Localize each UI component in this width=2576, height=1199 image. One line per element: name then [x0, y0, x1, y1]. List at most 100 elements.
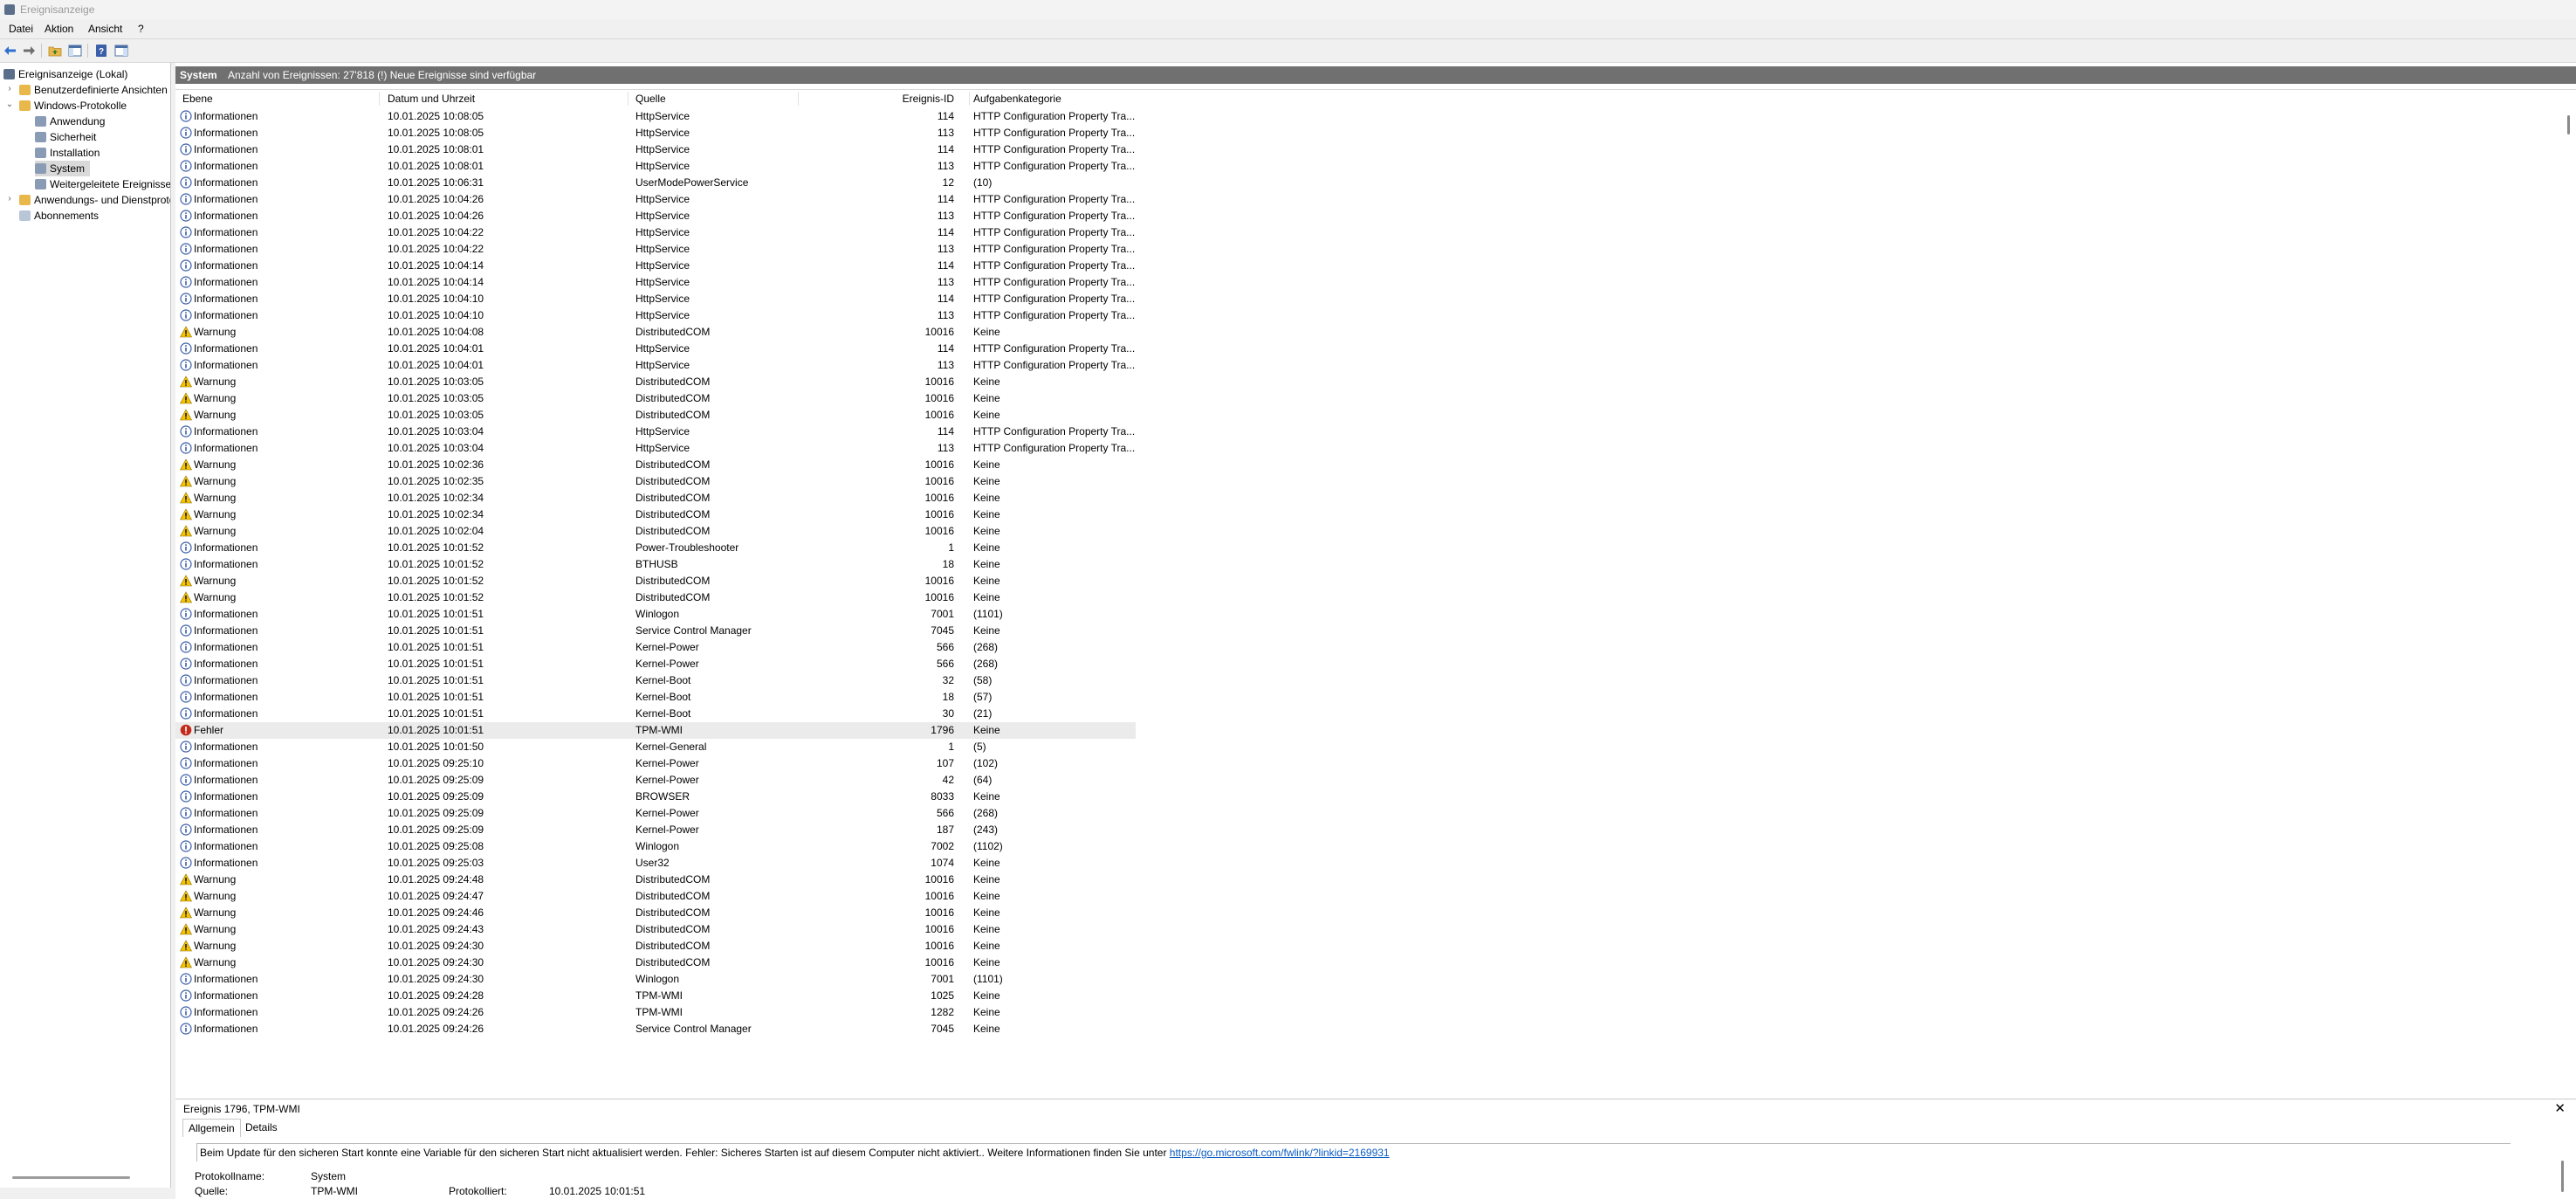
table-row[interactable]: Warnung 10.01.2025 10:02:34 DistributedCOM…: [175, 490, 1136, 506]
tree-item-anwendung[interactable]: Anwendung: [35, 114, 105, 129]
table-row[interactable]: Informationen 10.01.2025 10:08:05 HttpServ…: [175, 125, 1136, 141]
table-row[interactable]: Informationen 10.01.2025 10:01:52 BTHUSB 18…: [175, 556, 1136, 573]
table-row[interactable]: Informationen 10.01.2025 10:01:50 Kernel-G…: [175, 739, 1136, 755]
table-row[interactable]: Warnung 10.01.2025 10:02:35 DistributedCOM…: [175, 473, 1136, 490]
tree-item-installation[interactable]: Installation: [35, 145, 100, 161]
column-header-event-id[interactable]: Ereignis-ID: [817, 93, 954, 105]
table-row[interactable]: Informationen 10.01.2025 09:25:03 User32 10…: [175, 855, 1136, 872]
show-hide-action-icon[interactable]: [113, 43, 129, 59]
table-row[interactable]: Informationen 10.01.2025 09:24:28 TPM-WMI 1…: [175, 988, 1136, 1004]
table-row[interactable]: Warnung 10.01.2025 10:02:36 DistributedCOM…: [175, 457, 1136, 473]
tree-horizontal-scrollbar[interactable]: [12, 1176, 130, 1179]
table-row[interactable]: Informationen 10.01.2025 10:04:14 HttpServ…: [175, 258, 1136, 274]
back-icon[interactable]: [3, 43, 18, 59]
table-row[interactable]: Informationen 10.01.2025 10:06:31 UserMode…: [175, 175, 1136, 191]
scrollbar-thumb[interactable]: [2567, 115, 2570, 134]
date-cell: 10.01.2025 09:24:26: [388, 1023, 484, 1035]
tree-item-forwarded-events[interactable]: Weitergeleitete Ereignisse: [35, 176, 170, 192]
table-row[interactable]: Warnung 10.01.2025 10:03:05 DistributedCOM…: [175, 407, 1136, 424]
table-row[interactable]: Informationen 10.01.2025 10:01:51 Kernel-B…: [175, 672, 1136, 689]
column-separator[interactable]: [379, 92, 380, 106]
tree-item-system[interactable]: System: [35, 161, 91, 176]
column-separator[interactable]: [798, 92, 799, 106]
table-row[interactable]: Informationen 10.01.2025 09:24:26 Service …: [175, 1021, 1136, 1037]
close-icon[interactable]: ✕: [2554, 1100, 2566, 1116]
table-row[interactable]: Warnung 10.01.2025 09:24:46 DistributedCOM…: [175, 905, 1136, 921]
table-row[interactable]: Warnung 10.01.2025 09:24:43 DistributedCOM…: [175, 921, 1136, 938]
tree-item-app-services-logs[interactable]: Anwendungs- und Dienstprotokolle: [19, 192, 170, 208]
table-row[interactable]: Informationen 10.01.2025 09:25:09 BROWSER 8…: [175, 789, 1136, 805]
more-info-link[interactable]: https://go.microsoft.com/fwlink/?linkid=…: [1170, 1147, 1390, 1159]
expand-arrow-icon[interactable]: ›: [5, 84, 14, 93]
table-row[interactable]: Fehler 10.01.2025 10:01:51 TPM-WMI 1796 Kein…: [175, 722, 1136, 739]
table-row[interactable]: Informationen 10.01.2025 10:04:26 HttpServ…: [175, 208, 1136, 224]
table-row[interactable]: Informationen 10.01.2025 09:24:30 Winlogon…: [175, 971, 1136, 988]
details-scrollbar[interactable]: [2561, 1161, 2564, 1192]
table-row[interactable]: Warnung 10.01.2025 09:24:30 DistributedCOM…: [175, 938, 1136, 954]
table-row[interactable]: Informationen 10.01.2025 09:25:09 Kernel-P…: [175, 822, 1136, 838]
table-row[interactable]: Informationen 10.01.2025 10:04:10 HttpServ…: [175, 291, 1136, 307]
help-icon[interactable]: ?: [93, 43, 109, 59]
table-row[interactable]: Informationen 10.01.2025 10:04:14 HttpServ…: [175, 274, 1136, 291]
folder-up-icon[interactable]: [47, 43, 63, 59]
table-row[interactable]: Informationen 10.01.2025 10:08:01 HttpServ…: [175, 141, 1136, 158]
column-separator[interactable]: [628, 92, 629, 106]
table-row[interactable]: Informationen 10.01.2025 10:08:01 HttpServ…: [175, 158, 1136, 175]
tree-item-windows-logs[interactable]: Windows-Protokolle: [19, 98, 127, 114]
menu-ansicht[interactable]: Ansicht: [88, 23, 122, 35]
table-row[interactable]: Informationen 10.01.2025 10:08:05 HttpServ…: [175, 108, 1136, 125]
forward-icon[interactable]: [21, 43, 37, 59]
table-row[interactable]: Informationen 10.01.2025 09:25:08 Winlogon…: [175, 838, 1136, 855]
event-list-scrollbar[interactable]: [2567, 107, 2571, 1067]
column-header-source[interactable]: Quelle: [635, 93, 666, 105]
table-row[interactable]: Informationen 10.01.2025 10:04:26 HttpServ…: [175, 191, 1136, 208]
tree-item-subscriptions[interactable]: Abonnements: [19, 208, 99, 224]
tree-item-custom-views[interactable]: Benutzerdefinierte Ansichten: [19, 82, 168, 98]
column-separator[interactable]: [969, 92, 970, 106]
table-row[interactable]: Informationen 10.01.2025 09:25:09 Kernel-P…: [175, 805, 1136, 822]
task-category-cell: Keine: [973, 492, 1000, 504]
table-row[interactable]: Informationen 10.01.2025 09:24:26 TPM-WMI 1…: [175, 1004, 1136, 1021]
table-row[interactable]: Informationen 10.01.2025 10:01:51 Service …: [175, 623, 1136, 639]
table-row[interactable]: Informationen 10.01.2025 10:01:51 Winlogon…: [175, 606, 1136, 623]
expand-arrow-icon[interactable]: ›: [5, 194, 14, 203]
table-row[interactable]: Warnung 10.01.2025 10:04:08 DistributedCOM…: [175, 324, 1136, 341]
table-row[interactable]: Informationen 10.01.2025 09:25:10 Kernel-P…: [175, 755, 1136, 772]
table-row[interactable]: Warnung 10.01.2025 10:02:04 DistributedCOM…: [175, 523, 1136, 540]
table-row[interactable]: Informationen 10.01.2025 10:03:04 HttpServ…: [175, 424, 1136, 440]
table-row[interactable]: Informationen 10.01.2025 09:25:09 Kernel-P…: [175, 772, 1136, 789]
table-row[interactable]: Informationen 10.01.2025 10:04:10 HttpServ…: [175, 307, 1136, 324]
table-row[interactable]: Warnung 10.01.2025 10:03:05 DistributedCOM…: [175, 374, 1136, 390]
table-row[interactable]: Warnung 10.01.2025 09:24:48 DistributedCOM…: [175, 872, 1136, 888]
collapse-arrow-icon[interactable]: ⌄: [5, 100, 14, 109]
table-row[interactable]: Informationen 10.01.2025 10:01:51 Kernel-P…: [175, 656, 1136, 672]
event-message-box[interactable]: Beim Update für den sicheren Start konnt…: [196, 1143, 2511, 1161]
table-row[interactable]: Warnung 10.01.2025 10:02:34 DistributedCOM…: [175, 506, 1136, 523]
table-row[interactable]: Informationen 10.01.2025 10:03:04 HttpServ…: [175, 440, 1136, 457]
show-hide-tree-icon[interactable]: [67, 43, 83, 59]
menu-help[interactable]: ?: [138, 23, 144, 35]
column-header-date[interactable]: Datum und Uhrzeit: [388, 93, 475, 105]
tree-item-root[interactable]: Ereignisanzeige (Lokal): [3, 66, 127, 82]
tab-allgemein[interactable]: Allgemein: [182, 1119, 241, 1137]
table-row[interactable]: Informationen 10.01.2025 10:04:01 HttpServ…: [175, 357, 1136, 374]
tree-item-sicherheit[interactable]: Sicherheit: [35, 129, 96, 145]
table-row[interactable]: Warnung 10.01.2025 10:03:05 DistributedCOM…: [175, 390, 1136, 407]
tab-details[interactable]: Details: [240, 1119, 283, 1136]
table-row[interactable]: Warnung 10.01.2025 10:01:52 DistributedCOM…: [175, 589, 1136, 606]
table-row[interactable]: Informationen 10.01.2025 10:01:51 Kernel-P…: [175, 639, 1136, 656]
table-row[interactable]: Warnung 10.01.2025 10:01:52 DistributedCOM…: [175, 573, 1136, 589]
column-header-task-category[interactable]: Aufgabenkategorie: [973, 93, 1061, 105]
table-row[interactable]: Warnung 10.01.2025 09:24:47 DistributedCOM…: [175, 888, 1136, 905]
table-row[interactable]: Informationen 10.01.2025 10:01:51 Kernel-B…: [175, 706, 1136, 722]
table-row[interactable]: Informationen 10.01.2025 10:04:22 HttpServ…: [175, 241, 1136, 258]
menu-datei[interactable]: Datei: [9, 23, 33, 35]
table-row[interactable]: Warnung 10.01.2025 09:24:30 DistributedCOM…: [175, 954, 1136, 971]
table-row[interactable]: Informationen 10.01.2025 10:04:22 HttpServ…: [175, 224, 1136, 241]
table-row[interactable]: Informationen 10.01.2025 10:01:52 Power-Tr…: [175, 540, 1136, 556]
column-header-level[interactable]: Ebene: [182, 93, 213, 105]
table-row[interactable]: Informationen 10.01.2025 10:01:51 Kernel-B…: [175, 689, 1136, 706]
menu-aktion[interactable]: Aktion: [45, 23, 73, 35]
task-category-cell: Keine: [973, 458, 1000, 471]
table-row[interactable]: Informationen 10.01.2025 10:04:01 HttpServ…: [175, 341, 1136, 357]
